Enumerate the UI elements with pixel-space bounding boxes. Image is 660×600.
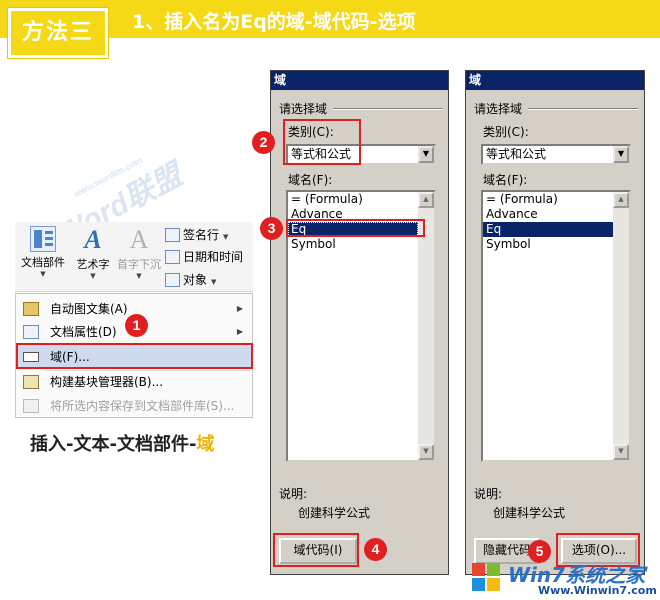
dropdown-arrow-icon: ▼ (211, 278, 217, 286)
scroll-up-icon[interactable]: ▲ (613, 192, 629, 208)
path-caption: 插入-文本-文档部件-域 (30, 434, 215, 455)
description-label: 说明: (279, 487, 308, 501)
list-item[interactable]: = (Formula) (288, 192, 418, 207)
signature-icon (165, 227, 180, 242)
callout-highlight-eq (286, 219, 425, 237)
dialog-title: 域 (271, 71, 448, 90)
category-label: 类别(C): (483, 125, 529, 139)
step-badge: 4 (364, 538, 387, 561)
windows-flag-icon (472, 563, 502, 593)
field-name-list[interactable]: = (Formula) Advance Eq Symbol ▲ ▼ (481, 190, 631, 462)
dialog-title: 域 (466, 71, 644, 90)
method-badge: 方法三 (8, 8, 108, 58)
scroll-down-icon[interactable]: ▼ (418, 444, 434, 460)
doc-parts-button[interactable]: 文档部件 ▼ (17, 226, 69, 278)
save-selection-icon (23, 399, 39, 413)
site-logo: Win7系统之家 Www.Winwin7.com (468, 555, 660, 600)
group-label: 请选择域 (279, 102, 328, 116)
step-badge: 1 (125, 314, 148, 337)
insert-ribbon-group: 文档部件 ▼ A 艺术字 ▼ A 首字下沉 ▼ 签名行 ▼ 日期和时间 对象 ▼ (15, 222, 253, 292)
dropdown-arrow-icon: ▼ (223, 233, 229, 241)
object-button[interactable]: 对象 ▼ (165, 270, 216, 290)
step-badge: 2 (252, 131, 275, 154)
wordart-icon: A (84, 225, 102, 254)
group-label: 请选择域 (474, 102, 523, 116)
list-item-selected[interactable]: Eq (483, 222, 613, 237)
list-scrollbar[interactable]: ▲ ▼ (613, 192, 629, 460)
callout-highlight-field (16, 343, 253, 369)
fieldname-label: 域名(F): (288, 173, 333, 187)
dropdown-arrow-icon: ▼ (136, 272, 142, 280)
datetime-button[interactable]: 日期和时间 (165, 247, 243, 267)
submenu-arrow-icon: ▶ (236, 327, 243, 336)
doc-parts-icon (30, 226, 56, 252)
properties-icon (23, 325, 39, 339)
dropcap-button[interactable]: A 首字下沉 ▼ (113, 225, 165, 281)
callout-highlight-field-codes (273, 533, 359, 567)
building-blocks-icon (23, 375, 39, 389)
chevron-down-icon[interactable]: ▼ (613, 146, 629, 163)
field-dialog-right: 域 请选择域 类别(C): 等式和公式 ▼ 域名(F): = (Formula)… (465, 70, 645, 575)
chevron-down-icon[interactable]: ▼ (418, 146, 434, 163)
page-title: 1、插入名为Eq的域-域代码-选项 (132, 11, 416, 33)
watermark-url: www.wordlm.com (72, 154, 145, 200)
list-item[interactable]: Symbol (483, 237, 613, 252)
description-label: 说明: (474, 487, 503, 501)
scroll-up-icon[interactable]: ▲ (418, 192, 434, 208)
dropdown-arrow-icon: ▼ (90, 272, 96, 280)
list-item[interactable]: = (Formula) (483, 192, 613, 207)
dropdown-arrow-icon: ▼ (40, 270, 46, 278)
description-text: 创建科学公式 (493, 506, 566, 520)
list-item[interactable]: Symbol (288, 237, 418, 252)
signature-line-button[interactable]: 签名行 ▼ (165, 225, 228, 245)
step-badge: 3 (260, 217, 283, 240)
submenu-arrow-icon: ▶ (236, 304, 243, 313)
calendar-icon (165, 249, 180, 264)
group-divider (333, 108, 442, 110)
menu-item-save-selection[interactable]: 将所选内容保存到文档部件库(S)... (17, 394, 251, 418)
object-icon (165, 272, 180, 287)
description-text: 创建科学公式 (298, 506, 371, 520)
list-item[interactable]: Advance (483, 207, 613, 222)
wordart-button[interactable]: A 艺术字 ▼ (71, 225, 115, 281)
scroll-down-icon[interactable]: ▼ (613, 444, 629, 460)
menu-item-building-blocks[interactable]: 构建基块管理器(B)... (17, 370, 251, 394)
autotext-icon (23, 302, 39, 316)
fieldname-label: 域名(F): (483, 173, 528, 187)
callout-highlight-category (283, 119, 361, 165)
category-select[interactable]: 等式和公式 ▼ (481, 144, 631, 165)
group-divider (528, 108, 638, 110)
dropcap-icon: A (129, 225, 149, 254)
